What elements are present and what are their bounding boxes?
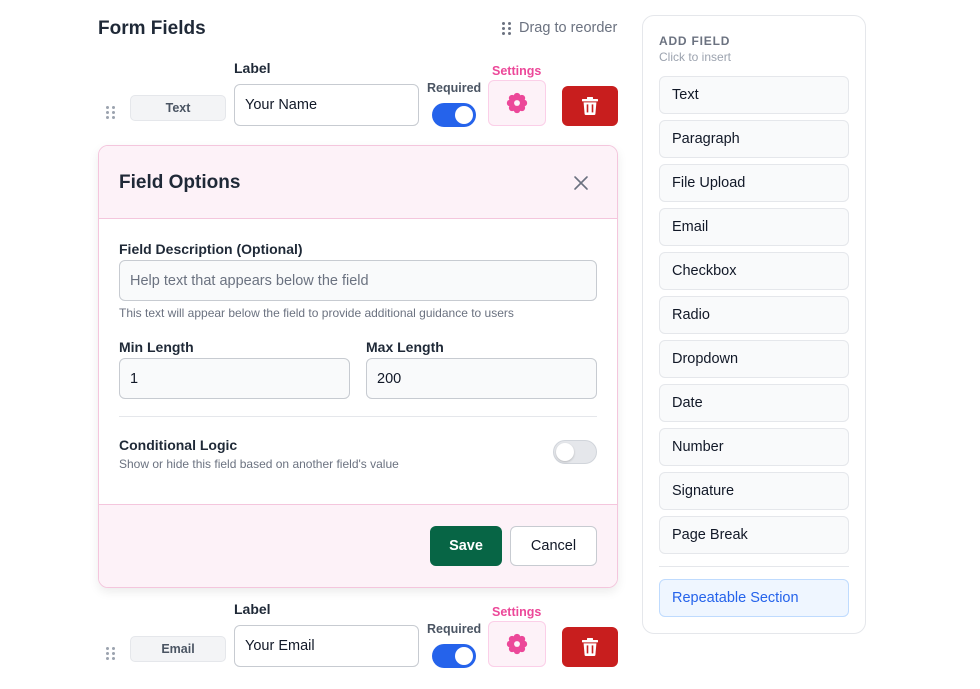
settings-button[interactable] xyxy=(488,80,546,126)
cancel-button[interactable]: Cancel xyxy=(510,526,597,566)
field-row: Email Label Required Settings xyxy=(98,601,618,687)
required-toggle[interactable] xyxy=(432,103,476,127)
drag-handle-icon xyxy=(502,21,511,35)
delete-button[interactable] xyxy=(562,86,618,126)
add-field-divider xyxy=(659,566,849,567)
add-item-paragraph[interactable]: Paragraph xyxy=(659,120,849,158)
drag-hint: Drag to reorder xyxy=(502,20,617,36)
description-label: Field Description (Optional) xyxy=(119,241,303,257)
add-item-repeatable-section[interactable]: Repeatable Section xyxy=(659,579,849,617)
conditional-logic-toggle[interactable] xyxy=(553,440,597,464)
field-type-chip: Email xyxy=(130,636,226,662)
add-field-panel: ADD FIELD Click to insert Text Paragraph… xyxy=(642,15,866,634)
divider xyxy=(119,416,597,417)
add-field-subtitle: Click to insert xyxy=(659,50,732,64)
required-caption: Required xyxy=(427,622,482,636)
description-help: This text will appear below the field to… xyxy=(119,306,514,320)
add-item-text[interactable]: Text xyxy=(659,76,849,114)
settings-caption: Settings xyxy=(492,64,542,78)
add-field-title: ADD FIELD xyxy=(659,34,731,48)
field-row: Text Label Required Settings xyxy=(98,60,618,146)
conditional-logic-help: Show or hide this field based on another… xyxy=(119,457,399,471)
label-input[interactable] xyxy=(234,84,419,126)
description-input[interactable] xyxy=(119,260,597,301)
add-item-email[interactable]: Email xyxy=(659,208,849,246)
settings-button[interactable] xyxy=(488,621,546,667)
drag-handle-icon[interactable] xyxy=(106,106,115,119)
gear-icon xyxy=(506,92,528,114)
page-title: Form Fields xyxy=(98,18,206,39)
drag-handle-icon[interactable] xyxy=(106,647,115,660)
save-button[interactable]: Save xyxy=(430,526,502,566)
close-icon[interactable] xyxy=(571,173,591,193)
field-options-panel: Field Options Field Description (Optiona… xyxy=(98,145,618,588)
add-item-date[interactable]: Date xyxy=(659,384,849,422)
add-item-dropdown[interactable]: Dropdown xyxy=(659,340,849,378)
options-header: Field Options xyxy=(99,146,617,219)
delete-button[interactable] xyxy=(562,627,618,667)
trash-icon xyxy=(582,638,598,656)
options-title: Field Options xyxy=(119,172,241,193)
trash-icon xyxy=(582,97,598,115)
gear-icon xyxy=(506,633,528,655)
required-toggle[interactable] xyxy=(432,644,476,668)
conditional-logic-title: Conditional Logic xyxy=(119,437,238,453)
add-item-file-upload[interactable]: File Upload xyxy=(659,164,849,202)
label-input[interactable] xyxy=(234,625,419,667)
max-length-label: Max Length xyxy=(366,339,444,355)
add-item-signature[interactable]: Signature xyxy=(659,472,849,510)
add-item-checkbox[interactable]: Checkbox xyxy=(659,252,849,290)
label-caption: Label xyxy=(234,60,271,76)
add-item-radio[interactable]: Radio xyxy=(659,296,849,334)
add-item-number[interactable]: Number xyxy=(659,428,849,466)
field-type-chip: Text xyxy=(130,95,226,121)
required-caption: Required xyxy=(427,81,482,95)
settings-caption: Settings xyxy=(492,605,542,619)
min-length-input[interactable] xyxy=(119,358,350,399)
label-caption: Label xyxy=(234,601,271,617)
min-length-label: Min Length xyxy=(119,339,194,355)
options-footer: Save Cancel xyxy=(99,504,617,587)
max-length-input[interactable] xyxy=(366,358,597,399)
add-item-page-break[interactable]: Page Break xyxy=(659,516,849,554)
drag-hint-text: Drag to reorder xyxy=(519,20,618,36)
